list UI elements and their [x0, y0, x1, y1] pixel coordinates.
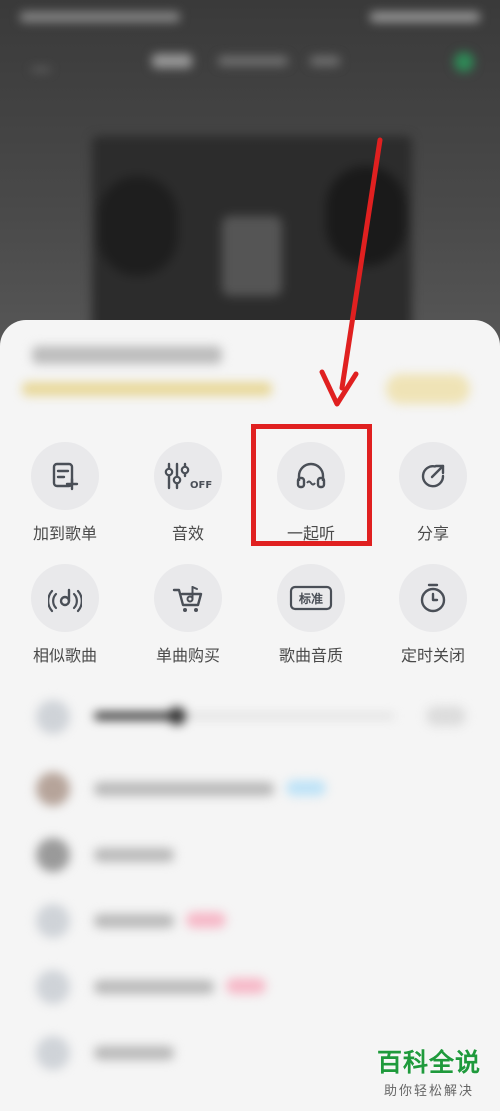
tab-song[interactable] — [152, 54, 192, 68]
vip-banner — [22, 382, 272, 396]
player-background — [0, 0, 500, 360]
similar-songs-icon — [48, 588, 82, 613]
action-share[interactable]: 分享 — [378, 442, 488, 544]
sheet-header — [0, 320, 500, 430]
album-cover — [92, 136, 412, 336]
more-actions-sheet: 加到歌单 OFF 音效 一起听 分享 相似歌曲 单曲购买 标准 歌曲音质 定时关… — [0, 320, 500, 1111]
list-item[interactable] — [0, 900, 500, 940]
action-add-to-playlist[interactable]: 加到歌单 — [10, 442, 120, 544]
action-sleep-timer[interactable]: 定时关闭 — [378, 564, 488, 666]
action-label: 分享 — [416, 524, 449, 543]
status-bar — [20, 10, 480, 26]
highlight-box-listen-together — [251, 424, 372, 546]
buy-song-cart-icon — [172, 586, 203, 612]
action-label: 音效 — [171, 524, 204, 543]
volume-slider[interactable] — [0, 696, 500, 736]
add-to-playlist-icon — [52, 462, 79, 491]
list-item[interactable] — [0, 966, 500, 1006]
status-bar-right — [370, 12, 480, 22]
action-label: 加到歌单 — [32, 524, 97, 543]
sound-quality-text: 标准 — [298, 591, 323, 606]
list-item[interactable] — [0, 834, 500, 874]
action-buy-song[interactable]: 单曲购买 — [133, 564, 243, 666]
watermark-title: 百科全说 — [376, 1048, 481, 1077]
avatar — [36, 772, 70, 806]
list-icon — [36, 904, 70, 938]
status-dot — [454, 52, 474, 72]
back-icon[interactable] — [32, 56, 50, 71]
sleep-timer-icon — [420, 583, 446, 613]
vip-button[interactable] — [386, 374, 470, 404]
sound-quality-icon: 标准 — [289, 585, 333, 611]
watermark: 百科全说 助你轻松解决 — [364, 1048, 494, 1099]
action-sound-quality[interactable]: 标准 歌曲音质 — [256, 564, 366, 666]
song-title — [32, 346, 222, 364]
volume-icon — [36, 700, 70, 734]
tab-lyrics[interactable] — [310, 56, 340, 66]
list-item[interactable] — [0, 768, 500, 808]
list-icon — [36, 1036, 70, 1070]
share-icon — [421, 464, 445, 488]
action-label: 歌曲音质 — [278, 646, 343, 665]
watermark-subtitle: 助你轻松解决 — [383, 1084, 474, 1099]
action-label: 单曲购买 — [155, 646, 220, 665]
album-icon — [36, 838, 70, 872]
action-similar-songs[interactable]: 相似歌曲 — [10, 564, 120, 666]
status-bar-left — [20, 12, 180, 22]
sound-effect-off-text: OFF — [190, 480, 212, 491]
action-label: 定时关闭 — [400, 646, 465, 665]
list-icon — [36, 970, 70, 1004]
action-label: 相似歌曲 — [32, 646, 97, 665]
sound-effect-equalizer-icon: OFF — [164, 462, 212, 491]
action-sound-effect[interactable]: OFF 音效 — [133, 442, 243, 544]
player-top-nav — [0, 48, 500, 78]
tab-recommend[interactable] — [218, 56, 288, 66]
